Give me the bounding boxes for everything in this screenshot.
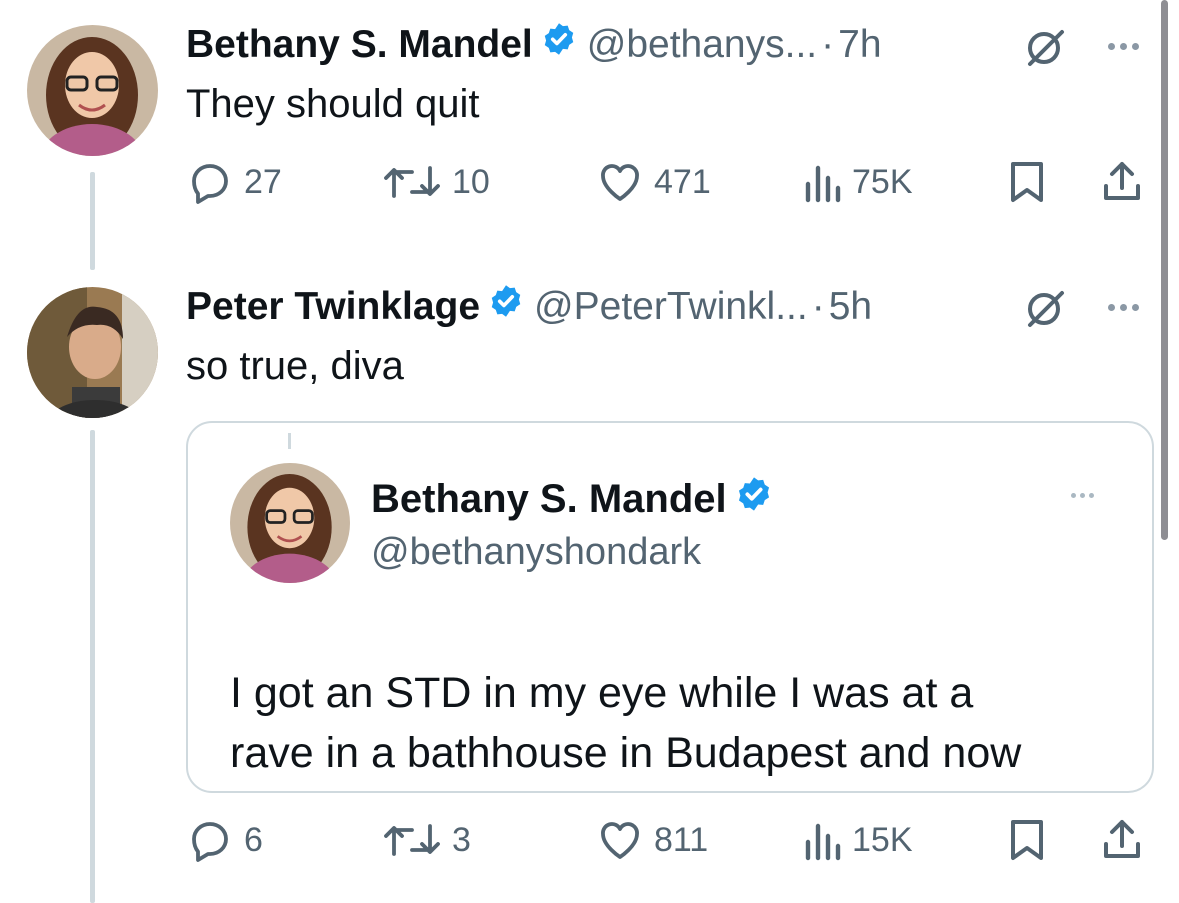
reply-count: 27 [244,162,282,201]
timestamp[interactable]: 7h [838,21,881,69]
like-button[interactable]: 471 [596,158,711,206]
share-button[interactable] [1098,158,1146,206]
reply-button[interactable]: 6 [186,816,263,864]
separator: · [811,285,825,328]
views-button[interactable]: 75K [802,158,913,206]
repost-count: 3 [452,820,471,859]
display-name[interactable]: Bethany S. Mandel [186,21,533,69]
like-button[interactable]: 811 [596,816,708,864]
share-icon [1104,162,1140,200]
verified-badge-icon [541,21,577,69]
like-count: 471 [654,162,711,201]
share-button[interactable] [1098,816,1146,864]
more-icon[interactable] [1108,43,1139,50]
display-name[interactable]: Peter Twinklage [186,283,480,331]
quoted-avatar [230,463,350,583]
verified-badge-icon [735,475,773,523]
separator: · [821,23,835,66]
quoted-text-line: I got an STD in my eye while I was at a [230,669,974,717]
repost-icon [384,824,440,856]
grok-icon[interactable] [1024,287,1068,336]
quoted-handle: @bethanyshondark [371,531,702,573]
handle[interactable]: @bethanys... [587,21,817,69]
repost-button[interactable]: 10 [382,158,490,206]
reply-icon [192,822,228,862]
reply-icon [192,164,228,204]
tweet-header: Peter Twinklage @PeterTwinkl... · 5h [186,283,872,331]
bookmark-icon [1011,162,1043,202]
views-button[interactable]: 15K [802,816,913,864]
repost-icon [384,166,440,198]
quoted-name-text: Bethany S. Mandel [371,476,727,521]
like-count: 811 [654,820,709,859]
views-count: 15K [852,820,913,859]
quoted-display-name: Bethany S. Mandel [371,475,783,523]
tweet-text: so true, diva [186,344,404,388]
quoted-text-line: rave in a bathhouse in Budapest and now [230,729,1022,777]
share-icon [1104,820,1140,858]
reply-button[interactable]: 27 [186,158,282,206]
views-icon [805,823,841,861]
more-icon[interactable] [1108,304,1139,311]
grok-icon[interactable] [1024,26,1068,75]
handle[interactable]: @PeterTwinkl... [534,283,808,331]
scrollbar[interactable] [1161,0,1168,540]
avatar[interactable] [27,287,158,418]
repost-count: 10 [452,162,490,201]
like-icon [601,164,639,201]
quote-divider [288,433,291,449]
more-icon [1071,493,1094,498]
like-icon [601,822,639,859]
views-count: 75K [852,162,913,201]
tweet-actions: 27 10 471 75K [0,154,1179,214]
quoted-tweet-card[interactable]: Bethany S. Mandel @bethanyshondark I got… [186,421,1154,793]
avatar[interactable] [27,25,158,156]
bookmark-icon [1011,820,1043,860]
bookmark-button[interactable] [1006,158,1048,206]
views-icon [805,165,841,203]
tweet-actions: 6 3 811 15K [0,812,1179,872]
timestamp[interactable]: 5h [829,283,872,331]
verified-badge-icon [488,283,524,331]
bookmark-button[interactable] [1006,816,1048,864]
quoted-tweet-text: I got an STD in my eye while I was at a … [230,663,1021,783]
repost-button[interactable]: 3 [382,816,471,864]
tweet-text: They should quit [186,82,480,126]
reply-count: 6 [244,820,263,859]
tweet-header: Bethany S. Mandel @bethanys... · 7h [186,21,882,69]
